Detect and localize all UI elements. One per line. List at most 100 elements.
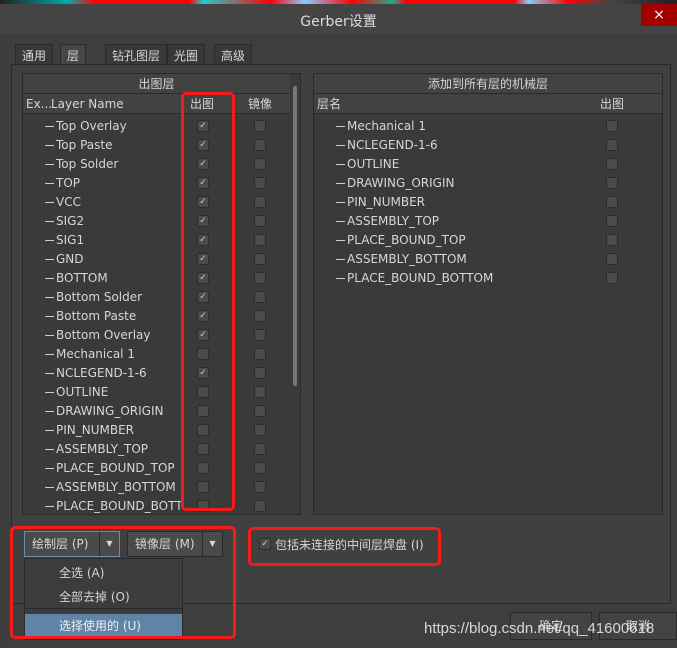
layer-row: DRAWING_ORIGIN <box>45 402 163 421</box>
tree-line-icon <box>45 259 54 260</box>
col-plot[interactable]: 出图 <box>600 94 624 114</box>
tree-line-icon <box>45 373 54 374</box>
mirror-checkbox[interactable] <box>254 405 266 417</box>
mirror-checkbox[interactable] <box>254 253 266 265</box>
mirror-checkbox[interactable] <box>254 424 266 436</box>
tree-line-icon <box>336 278 345 279</box>
mirror-checkbox[interactable] <box>254 329 266 341</box>
plot-checkbox[interactable] <box>606 139 618 151</box>
layer-name: PIN_NUMBER <box>56 423 135 437</box>
tree-line-icon <box>45 278 54 279</box>
layer-name: PLACE_BOUND_BOTT <box>56 499 183 513</box>
tree-line-icon <box>336 202 345 203</box>
plot-checkbox[interactable] <box>606 196 618 208</box>
mirror-checkbox[interactable] <box>254 272 266 284</box>
tab-general[interactable]: 通用 <box>15 44 54 65</box>
layer-name: Bottom Overlay <box>56 328 151 342</box>
layer-name: SIG1 <box>56 233 85 247</box>
mirror-checkbox[interactable] <box>254 215 266 227</box>
mirror-checkbox[interactable] <box>254 500 266 512</box>
layer-name: ASSEMBLY_BOTTOM <box>56 480 176 494</box>
plot-checkbox[interactable] <box>606 215 618 227</box>
mirror-checkbox[interactable] <box>254 291 266 303</box>
mechanical-layer-row: OUTLINE <box>336 155 399 174</box>
tab-apertures[interactable]: 光圈 <box>167 44 206 65</box>
layer-row: Top Solder <box>45 155 118 174</box>
plot-checkbox[interactable] <box>606 234 618 246</box>
layer-row: Bottom Overlay <box>45 326 150 345</box>
tree-line-icon <box>45 392 54 393</box>
mirror-checkbox[interactable] <box>254 367 266 379</box>
mechanical-layer-row: PIN_NUMBER <box>336 193 425 212</box>
mechanical-layer-row: PLACE_BOUND_BOTTOM <box>336 269 493 288</box>
layer-name: Top Overlay <box>56 119 127 133</box>
mirror-checkbox[interactable] <box>254 158 266 170</box>
plot-checkbox[interactable] <box>606 158 618 170</box>
layer-row: Top Overlay <box>45 117 127 136</box>
layer-row: BOTTOM <box>45 269 108 288</box>
mirror-checkbox[interactable] <box>254 481 266 493</box>
close-button[interactable]: × <box>641 4 677 26</box>
mirror-checkbox[interactable] <box>254 443 266 455</box>
plot-layers-title: 出图层 <box>23 74 290 94</box>
layer-row: ASSEMBLY_TOP <box>45 440 148 459</box>
col-layer-name[interactable]: 层名 <box>317 94 341 114</box>
layer-name: OUTLINE <box>347 157 400 171</box>
tree-line-icon <box>336 164 345 165</box>
mechanical-layer-row: Mechanical 1 <box>336 117 426 136</box>
scroll-thumb[interactable] <box>293 86 297 386</box>
mirror-checkbox[interactable] <box>254 386 266 398</box>
mechanical-layers-title: 添加到所有层的机械层 <box>314 74 662 94</box>
dialog-title: Gerber设置 <box>300 14 377 30</box>
tree-line-icon <box>45 335 54 336</box>
layer-name: ASSEMBLY_TOP <box>56 442 149 456</box>
layer-name: Bottom Solder <box>56 290 143 304</box>
tree-line-icon <box>45 506 54 507</box>
mirror-checkbox[interactable] <box>254 120 266 132</box>
layer-name: Top Solder <box>56 157 119 171</box>
mirror-checkbox[interactable] <box>254 234 266 246</box>
plot-checkbox[interactable] <box>606 272 618 284</box>
mirror-checkbox[interactable] <box>254 310 266 322</box>
layer-row: Bottom Solder <box>45 288 142 307</box>
col-layer-name[interactable]: Layer Name <box>51 94 124 114</box>
layer-name: ASSEMBLY_TOP <box>347 214 440 228</box>
tree-line-icon <box>45 145 54 146</box>
layer-name: VCC <box>56 195 81 209</box>
mechanical-layer-row: DRAWING_ORIGIN <box>336 174 454 193</box>
tab-advanced[interactable]: 高级 <box>214 44 253 65</box>
layer-name: Mechanical 1 <box>56 347 135 361</box>
plot-checkbox[interactable] <box>606 177 618 189</box>
layer-row: TOP <box>45 174 80 193</box>
mirror-checkbox[interactable] <box>254 139 266 151</box>
tree-line-icon <box>336 183 345 184</box>
tab-drill[interactable]: 钻孔图层 <box>105 44 168 65</box>
tree-line-icon <box>45 183 54 184</box>
layer-name: Bottom Paste <box>56 309 137 323</box>
layer-row: NCLEGEND-1-6 <box>45 364 147 383</box>
layer-row: PLACE_BOUND_TOP <box>45 459 175 478</box>
tree-line-icon <box>45 126 54 127</box>
layer-row: SIG2 <box>45 212 84 231</box>
layer-row: SIG1 <box>45 231 84 250</box>
layer-row: PIN_NUMBER <box>45 421 134 440</box>
mirror-checkbox[interactable] <box>254 196 266 208</box>
layer-name: PLACE_BOUND_TOP <box>56 461 175 475</box>
plot-checkbox[interactable] <box>606 120 618 132</box>
layer-row: PLACE_BOUND_BOTT <box>45 497 183 516</box>
tab-layers[interactable]: 层 <box>60 44 87 66</box>
highlight-plot-column <box>181 92 235 511</box>
mirror-checkbox[interactable] <box>254 462 266 474</box>
layer-row: Mechanical 1 <box>45 345 135 364</box>
mirror-checkbox[interactable] <box>254 348 266 360</box>
tree-line-icon <box>336 126 345 127</box>
layer-name: BOTTOM <box>56 271 108 285</box>
plot-checkbox[interactable] <box>606 253 618 265</box>
tree-line-icon <box>45 164 54 165</box>
scrollbar[interactable] <box>290 74 300 514</box>
layer-name: PLACE_BOUND_BOTTOM <box>347 271 494 285</box>
col-expand[interactable]: Ex... <box>26 94 52 114</box>
mirror-checkbox[interactable] <box>254 177 266 189</box>
col-mirror[interactable]: 镜像 <box>248 94 272 114</box>
layer-name: GND <box>56 252 84 266</box>
